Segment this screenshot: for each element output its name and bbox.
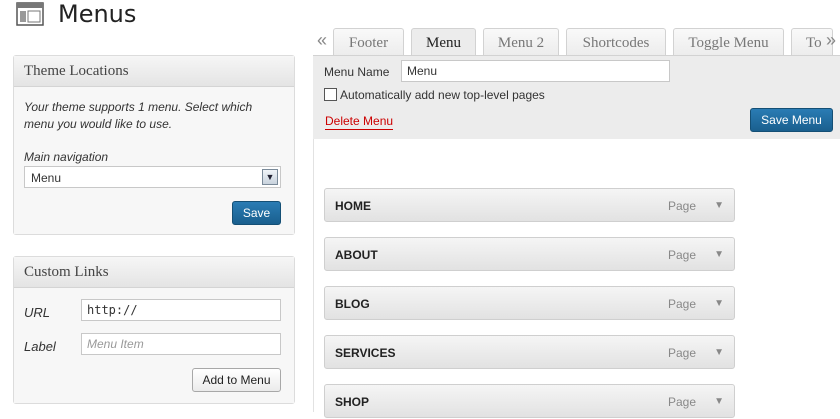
expand-arrow-icon[interactable]: ▼ <box>714 238 724 272</box>
label-input[interactable]: Menu Item <box>81 333 281 355</box>
label-label: Label <box>24 339 56 354</box>
auto-add-label[interactable]: Automatically add new top-level pages <box>340 88 545 102</box>
tab-menu-2[interactable]: Menu 2 <box>483 28 559 56</box>
url-input[interactable]: http:// <box>81 299 281 321</box>
custom-links-panel: Custom Links URL http:// Label Menu Item… <box>13 256 295 404</box>
tab-toggle-menu[interactable]: Toggle Menu <box>673 28 784 56</box>
menu-items-area <box>313 139 840 412</box>
expand-arrow-icon[interactable]: ▼ <box>714 336 724 370</box>
menu-item[interactable]: SHOP Page ▼ <box>324 384 735 418</box>
menu-item-type: Page <box>667 297 696 311</box>
menu-name-label: Menu Name <box>324 65 390 79</box>
menu-name-input[interactable]: Menu <box>401 60 670 82</box>
theme-locations-description: Your theme supports 1 menu. Select which… <box>24 100 253 131</box>
auto-add-checkbox[interactable] <box>324 88 337 101</box>
menu-item-type: Page <box>667 248 696 262</box>
menu-item-title: HOME <box>335 199 371 213</box>
delete-menu-link[interactable]: Delete Menu <box>325 114 394 130</box>
menu-item-type: Page <box>667 199 696 213</box>
menu-item[interactable]: HOME Page ▼ <box>324 188 735 222</box>
expand-arrow-icon[interactable]: ▼ <box>714 287 724 321</box>
theme-locations-panel: Theme Locations Your theme supports 1 me… <box>13 55 295 235</box>
menu-item[interactable]: BLOG Page ▼ <box>324 286 735 320</box>
tab-menu[interactable]: Menu <box>411 28 476 57</box>
chevron-down-icon[interactable]: ▼ <box>262 169 278 185</box>
main-navigation-label: Main navigation <box>24 150 109 164</box>
save-menu-button[interactable]: Save Menu <box>750 108 833 132</box>
menu-item-type: Page <box>667 395 696 409</box>
menu-item-title: ABOUT <box>335 248 378 262</box>
expand-arrow-icon[interactable]: ▼ <box>714 189 724 223</box>
menu-item-title: SHOP <box>335 395 370 409</box>
save-locations-button[interactable]: Save <box>232 201 281 225</box>
menu-item-title: BLOG <box>335 297 370 311</box>
tabs-scroll-right[interactable]: » <box>826 30 836 51</box>
main-navigation-select[interactable]: Menu ▼ <box>24 166 281 188</box>
menus-icon <box>16 2 44 26</box>
menu-item-type: Page <box>667 346 696 360</box>
menu-item[interactable]: ABOUT Page ▼ <box>324 237 735 271</box>
main-navigation-selected: Menu <box>31 171 62 185</box>
add-to-menu-button[interactable]: Add to Menu <box>192 368 281 392</box>
url-label: URL <box>24 305 51 320</box>
expand-arrow-icon[interactable]: ▼ <box>714 385 724 419</box>
tab-shortcodes[interactable]: Shortcodes <box>566 28 666 56</box>
page-title: Menus <box>58 0 137 28</box>
menu-item[interactable]: SERVICES Page ▼ <box>324 335 735 369</box>
custom-links-heading[interactable]: Custom Links <box>14 257 294 288</box>
tabs-scroll-left[interactable]: « <box>317 30 327 51</box>
theme-locations-heading[interactable]: Theme Locations <box>14 56 294 87</box>
tab-footer[interactable]: Footer <box>333 28 404 56</box>
menu-item-title: SERVICES <box>335 346 396 360</box>
